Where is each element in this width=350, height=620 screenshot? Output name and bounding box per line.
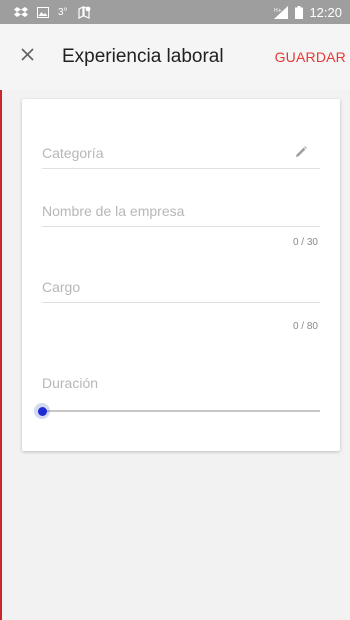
close-button[interactable] (0, 24, 54, 90)
location-icon (77, 5, 91, 19)
svg-text:H+: H+ (274, 8, 282, 14)
position-input[interactable] (42, 274, 320, 302)
duration-slider[interactable] (34, 401, 324, 421)
company-char-counter: 0 / 30 (292, 237, 318, 248)
window-edge (0, 0, 2, 620)
slider-track[interactable] (40, 410, 320, 412)
slider-thumb-dot (37, 406, 47, 416)
dropbox-icon (14, 5, 28, 19)
pencil-icon[interactable] (294, 145, 308, 159)
app-bar: Experiencia laboral GUARDAR (0, 24, 350, 90)
position-char-counter: 0 / 80 (292, 321, 318, 332)
position-field[interactable]: Cargo (42, 273, 320, 303)
close-icon (20, 48, 34, 66)
clock: 12:20 (309, 4, 342, 20)
form-card: Categoría Nombre de la empresa 0 / 30 Ca… (22, 99, 340, 451)
company-input[interactable] (42, 198, 320, 226)
status-bar: 3° H+ 12:20 (0, 0, 350, 24)
image-icon (37, 5, 49, 19)
category-field[interactable]: Categoría (42, 139, 320, 169)
page-title: Experiencia laboral (62, 46, 224, 67)
category-label: Categoría (42, 145, 104, 161)
duration-label: Duración (42, 375, 99, 391)
slider-thumb[interactable] (34, 403, 50, 419)
status-right: H+ 12:20 (273, 5, 342, 20)
save-button[interactable]: GUARDAR (275, 43, 346, 71)
temperature-icon: 3° (58, 6, 68, 18)
status-left-icons: 3° (14, 5, 91, 19)
signal-icon: H+ (273, 5, 289, 19)
battery-icon (295, 5, 304, 19)
company-field[interactable]: Nombre de la empresa (42, 197, 320, 227)
